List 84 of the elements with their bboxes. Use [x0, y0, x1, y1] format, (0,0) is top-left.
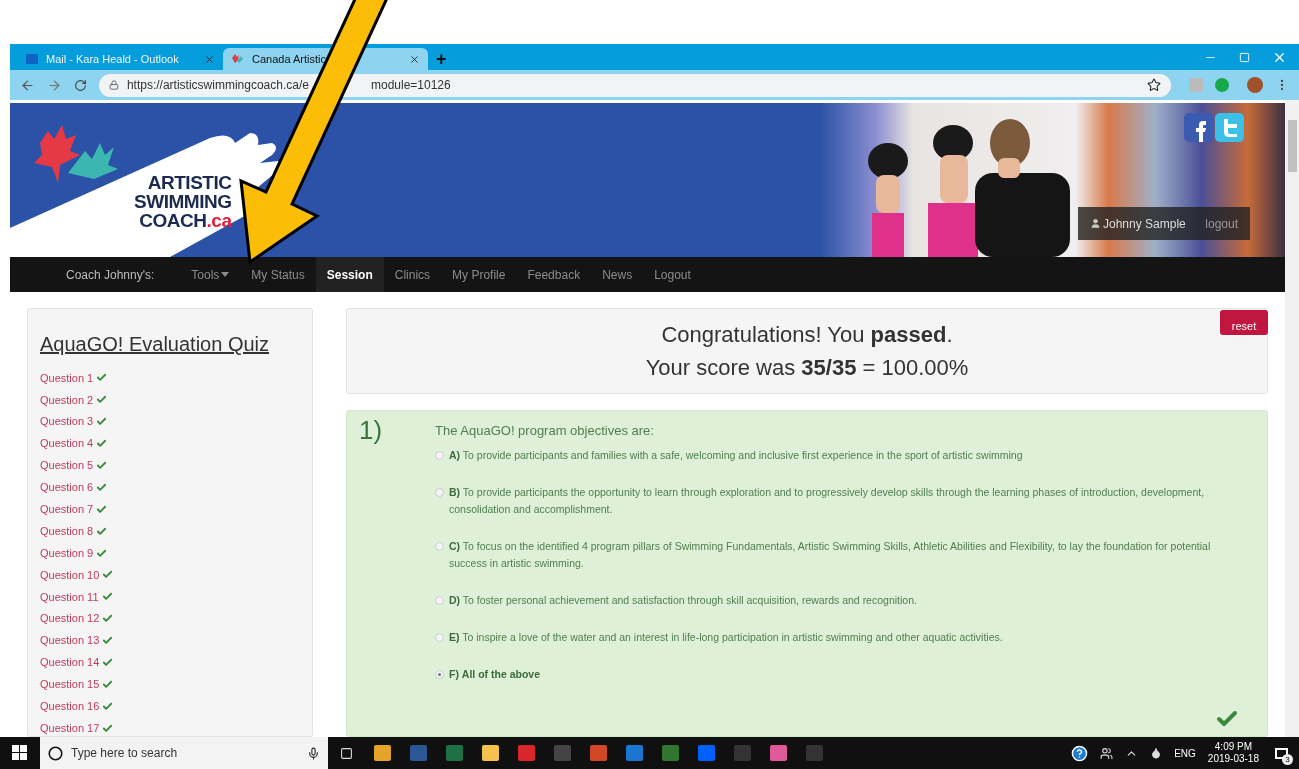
tab-title: Mail - Kara Heald - Outlook — [46, 51, 179, 67]
tab-title: Canada Artistic — [252, 51, 326, 67]
back-icon[interactable] — [20, 77, 35, 93]
radio-button[interactable] — [435, 632, 444, 642]
question-link[interactable]: Question 17 — [40, 719, 100, 737]
lock-icon — [108, 80, 119, 90]
bookmark-star-icon[interactable] — [1147, 78, 1162, 92]
option-text: F) All of the above — [449, 666, 542, 682]
question-prompt: The AquaGO! program objectives are: — [435, 422, 655, 440]
radio-button[interactable] — [435, 541, 444, 551]
clock-date[interactable]: 2019-03-18 — [1207, 753, 1259, 765]
leaf-icon — [231, 53, 244, 65]
user-icon — [1090, 218, 1101, 229]
language-indicator[interactable]: ENG — [1174, 745, 1196, 761]
question-link[interactable]: Question 13 — [40, 632, 100, 649]
nav-item[interactable]: Session — [315, 257, 384, 292]
nav-item[interactable]: Logout — [643, 257, 702, 292]
radio-button[interactable] — [435, 595, 444, 605]
profile-avatar[interactable] — [1247, 77, 1264, 93]
question-link[interactable]: Question 1 — [40, 369, 94, 387]
extension-icon[interactable] — [1215, 78, 1230, 92]
url-text: https://artisticswimmingcoach.ca/e — [126, 77, 309, 94]
nav-item[interactable]: Clinics — [383, 257, 442, 292]
twitter-icon[interactable] — [1215, 113, 1244, 142]
nav-brand: Coach Johnny's: — [65, 266, 156, 284]
nav-item[interactable]: My Status — [240, 257, 316, 292]
address-bar[interactable]: https://artisticswimmingcoach.ca/e module=10126 — [98, 73, 1172, 97]
question-number: 1) — [359, 415, 383, 445]
question-link[interactable]: Question 4 — [40, 435, 94, 452]
search-icon — [48, 745, 63, 761]
browser-tab[interactable]: Mail - Kara Heald - Outlook — [18, 48, 223, 70]
people-icon[interactable] — [1100, 746, 1114, 760]
option-text: C) To focus on the identified 4 program pillars of Swimming Fundamentals, Artistic Swimming Skills, Athletic Abilities and Flexibility, to lay the foundation for potential success in artistic swimming. — [449, 538, 1212, 571]
nav-item[interactable]: My Profile — [441, 257, 517, 292]
question-link[interactable]: Question 15 — [40, 676, 100, 693]
new-tab-button[interactable]: + — [436, 48, 447, 70]
quiz-title: AquaGO! Evaluation Quiz — [40, 332, 270, 357]
logout-link[interactable]: logout — [1205, 214, 1238, 233]
question-link[interactable]: Question 9 — [40, 544, 94, 562]
question-link[interactable]: Question 8 — [40, 522, 94, 540]
option-text: A) To provide participants and families with a safe, welcoming and inclusive first experience in the sport of artistic swimming — [449, 447, 1024, 463]
result-message: Congratulations! You passed. — [661, 321, 953, 349]
scrollbar[interactable] — [1285, 100, 1299, 737]
url-text: module=10126 — [370, 77, 451, 94]
question-link[interactable]: Question 7 — [40, 501, 94, 518]
logo-text: COACH.ca — [139, 211, 232, 230]
question-link[interactable]: Question 3 — [40, 413, 94, 430]
question-link[interactable]: Question 5 — [40, 457, 94, 474]
question-link[interactable]: Question 11 — [40, 588, 99, 606]
taskbar-search-field[interactable]: Type here to search — [40, 737, 328, 769]
question-link[interactable]: Question 14 — [40, 654, 100, 671]
logo-text: SWIMMING — [134, 192, 232, 211]
reload-icon[interactable] — [73, 78, 87, 92]
user-name: Johnny Sample — [1103, 215, 1186, 233]
option-text: E) To inspire a love of the water and an interest in life-long participation in artistic swimming and other aquatic activities. — [449, 629, 1004, 645]
reset-button[interactable]: reset — [1220, 310, 1268, 335]
radio-button[interactable] — [435, 450, 444, 460]
nav-item[interactable]: News — [591, 257, 644, 292]
help-icon[interactable] — [1071, 744, 1089, 762]
notification-count: 3 — [1282, 754, 1293, 765]
question-link[interactable]: Question 10 — [40, 566, 100, 584]
close-tab-icon[interactable] — [204, 53, 215, 65]
question-link[interactable]: Question 12 — [40, 610, 100, 627]
question-link[interactable]: Question 6 — [40, 479, 94, 496]
mail-icon — [26, 54, 38, 64]
caret-icon — [221, 272, 230, 277]
windows-start-icon[interactable] — [12, 745, 28, 761]
nav-item[interactable]: Tools — [180, 257, 241, 292]
option-text: D) To foster personal achievement and satisfaction through skill acquisition, rewards and recognition. — [449, 592, 918, 608]
facebook-icon[interactable] — [1184, 113, 1213, 142]
forward-icon[interactable] — [46, 77, 62, 93]
option-text: B) To provide participants the opportunity to learn through exploration and to progressively develop skills through the learning phases of introduction, development, consolidation and accomplishment. — [449, 484, 1206, 517]
logo-text: ARTISTIC — [147, 173, 232, 192]
radio-button[interactable] — [435, 669, 444, 679]
nav-item[interactable]: Feedback — [516, 257, 592, 292]
microphone-icon — [307, 746, 320, 760]
maximize-icon[interactable] — [1239, 51, 1250, 63]
close-tab-icon[interactable] — [409, 53, 420, 65]
notification-icon[interactable]: 3 — [1271, 744, 1291, 762]
clock-time[interactable]: 4:09 PM — [1214, 741, 1253, 753]
score-text: Your score was 35/35 = 100.00% — [645, 354, 969, 382]
radio-button[interactable] — [435, 487, 444, 497]
question-link[interactable]: Question 16 — [40, 698, 100, 715]
question-link[interactable]: Question 2 — [40, 391, 94, 409]
